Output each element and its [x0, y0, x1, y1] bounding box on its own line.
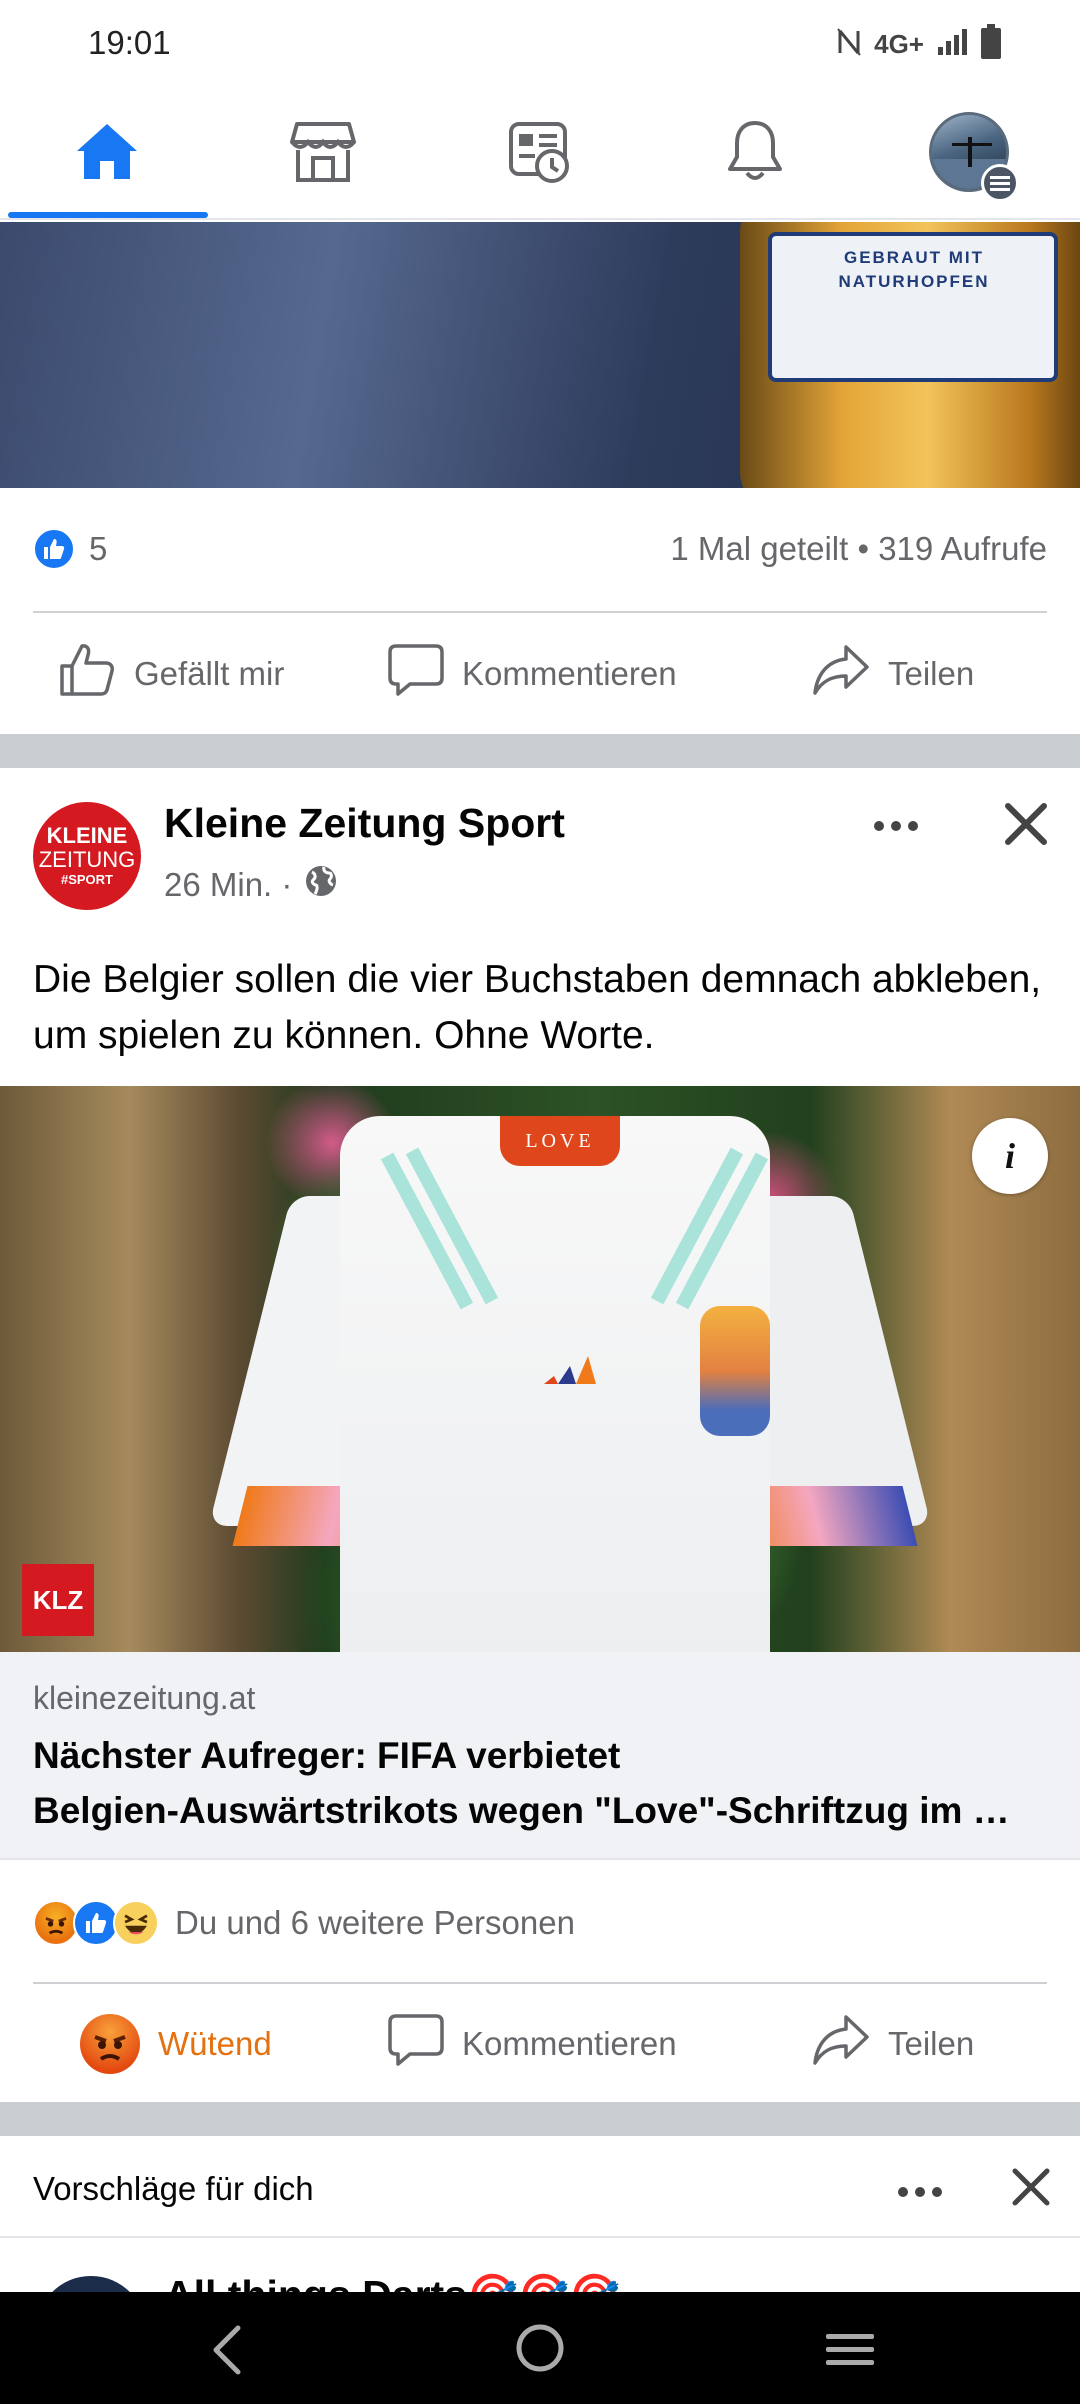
dismiss-suggestions-button[interactable] [1006, 2162, 1056, 2212]
home-circle-icon [516, 2324, 564, 2372]
hide-post-button[interactable] [998, 796, 1054, 852]
back-chevron-icon [213, 2325, 241, 2375]
signal-icon [936, 27, 968, 62]
previous-post-actions: Gefällt mir Kommentieren Teilen [0, 614, 1080, 734]
nfc-icon [836, 27, 862, 62]
like-button-label: Gefällt mir [134, 655, 285, 692]
angry-reaction-icon [80, 2014, 140, 2074]
close-icon [1012, 2168, 1050, 2206]
comment-icon [388, 2012, 444, 2076]
suggested-page-name: All things Darts🎯🎯🎯 [164, 2272, 620, 2292]
share-button[interactable]: Teilen [812, 2004, 974, 2084]
tab-home[interactable] [2, 88, 212, 220]
post-timestamp[interactable]: 26 Min. · [164, 864, 338, 906]
collar-love-label: LOVE [500, 1116, 620, 1166]
post-actions: Wütend Kommentieren Teilen [0, 1984, 1080, 2104]
thumbs-up-icon [58, 642, 116, 706]
share-button-label: Teilen [888, 655, 975, 692]
close-icon [1005, 803, 1047, 845]
post-time-text: 26 Min. · [164, 866, 293, 903]
like-reaction-icon [33, 528, 75, 570]
bottle-graphic: GEBRAUT MIT NATURHOPFEN [740, 222, 1080, 488]
status-icons: 4G+ [836, 22, 1002, 66]
reactions-summary[interactable]: Du und 6 weitere Personen [33, 1898, 575, 1948]
network-type: 4G+ [874, 28, 924, 59]
suggested-page-avatar [36, 2276, 146, 2292]
feed-separator [0, 734, 1080, 768]
divider [0, 2236, 1080, 2238]
link-title-line-2: Belgien-Auswärtstrikots wegen "Love"-Sch… [33, 1790, 1010, 1831]
comment-button-label: Kommentieren [462, 2025, 677, 2062]
logo-line-3: #SPORT [60, 872, 113, 887]
bottle-label-text: GEBRAUT MIT NATURHOPFEN [838, 248, 990, 291]
link-title-line-1: Nächster Aufreger: FIFA verbietet [33, 1735, 621, 1776]
page-avatar-kleine-zeitung[interactable]: KLEINE ZEITUNG #SPORT [33, 802, 141, 910]
suggested-page-card[interactable]: All things Darts🎯🎯🎯 [0, 2262, 1080, 2292]
share-arrow-icon [812, 643, 870, 705]
comment-button[interactable]: Kommentieren [388, 2004, 677, 2084]
like-button[interactable]: Gefällt mir [58, 634, 284, 714]
suggestions-title: Vorschläge für dich [33, 2170, 314, 2207]
feed-separator [0, 2102, 1080, 2136]
comment-button-label: Kommentieren [462, 655, 677, 692]
share-button[interactable]: Teilen [812, 634, 974, 714]
react-button-label: Wütend [158, 2025, 272, 2062]
post-image[interactable]: LOVE i KLZ [0, 1086, 1080, 1652]
system-navigation-bar [0, 2292, 1080, 2404]
belgium-crest [700, 1306, 770, 1436]
adidas-logo-icon [544, 1356, 596, 1384]
logo-line-2: ZEITUNG [38, 847, 136, 872]
tab-profile-menu[interactable] [866, 88, 1076, 220]
recents-lines-icon [826, 2334, 874, 2365]
menu-icon [981, 164, 1019, 202]
status-bar: 19:01 4G+ [0, 0, 1080, 88]
react-button[interactable]: Wütend [80, 2004, 272, 2084]
tab-notifications[interactable] [650, 88, 860, 220]
like-summary[interactable]: 5 [33, 528, 107, 570]
ad-info-button[interactable]: i [972, 1118, 1048, 1194]
share-arrow-icon [812, 2013, 870, 2075]
home-icon [74, 121, 140, 188]
bell-icon [725, 119, 785, 190]
comment-icon [388, 642, 444, 706]
klz-watermark: KLZ [22, 1564, 94, 1636]
comment-button[interactable]: Kommentieren [388, 634, 677, 714]
home-button[interactable] [510, 2318, 570, 2378]
news-feed-clock-icon [507, 120, 571, 189]
battery-icon [980, 23, 1002, 65]
tab-feeds[interactable] [434, 88, 644, 220]
previous-post-image[interactable]: GEBRAUT MIT NATURHOPFEN [0, 222, 1080, 488]
recents-button[interactable] [820, 2322, 880, 2378]
page-name[interactable]: Kleine Zeitung Sport [164, 800, 565, 847]
globe-icon [304, 864, 338, 906]
post-text: Die Belgier sollen die vier Buchstaben d… [33, 958, 1042, 1057]
active-tab-indicator [8, 212, 208, 218]
suggestions-options-button[interactable] [890, 2172, 950, 2212]
profile-avatar [929, 112, 1019, 202]
reactions-text: Du und 6 weitere Personen [175, 1904, 575, 1941]
status-time: 19:01 [88, 24, 171, 61]
link-domain: kleinezeitung.at [33, 1680, 256, 1716]
shares-views-count[interactable]: 1 Mal geteilt • 319 Aufrufe [670, 530, 1047, 568]
logo-line-1: KLEINE [46, 823, 128, 848]
like-count: 5 [89, 530, 108, 567]
tab-marketplace[interactable] [218, 88, 428, 220]
haha-reaction-icon [113, 1900, 159, 1946]
link-title[interactable]: Nächster Aufreger: FIFA verbietet Belgie… [33, 1728, 1053, 1838]
divider [33, 611, 1047, 613]
post-options-button[interactable] [866, 806, 926, 846]
previous-post-stats: 5 1 Mal geteilt • 319 Aufrufe [0, 488, 1080, 612]
share-button-label: Teilen [888, 2025, 975, 2062]
marketplace-icon [289, 120, 357, 189]
back-button[interactable] [200, 2322, 260, 2378]
top-navigation [0, 88, 1080, 220]
